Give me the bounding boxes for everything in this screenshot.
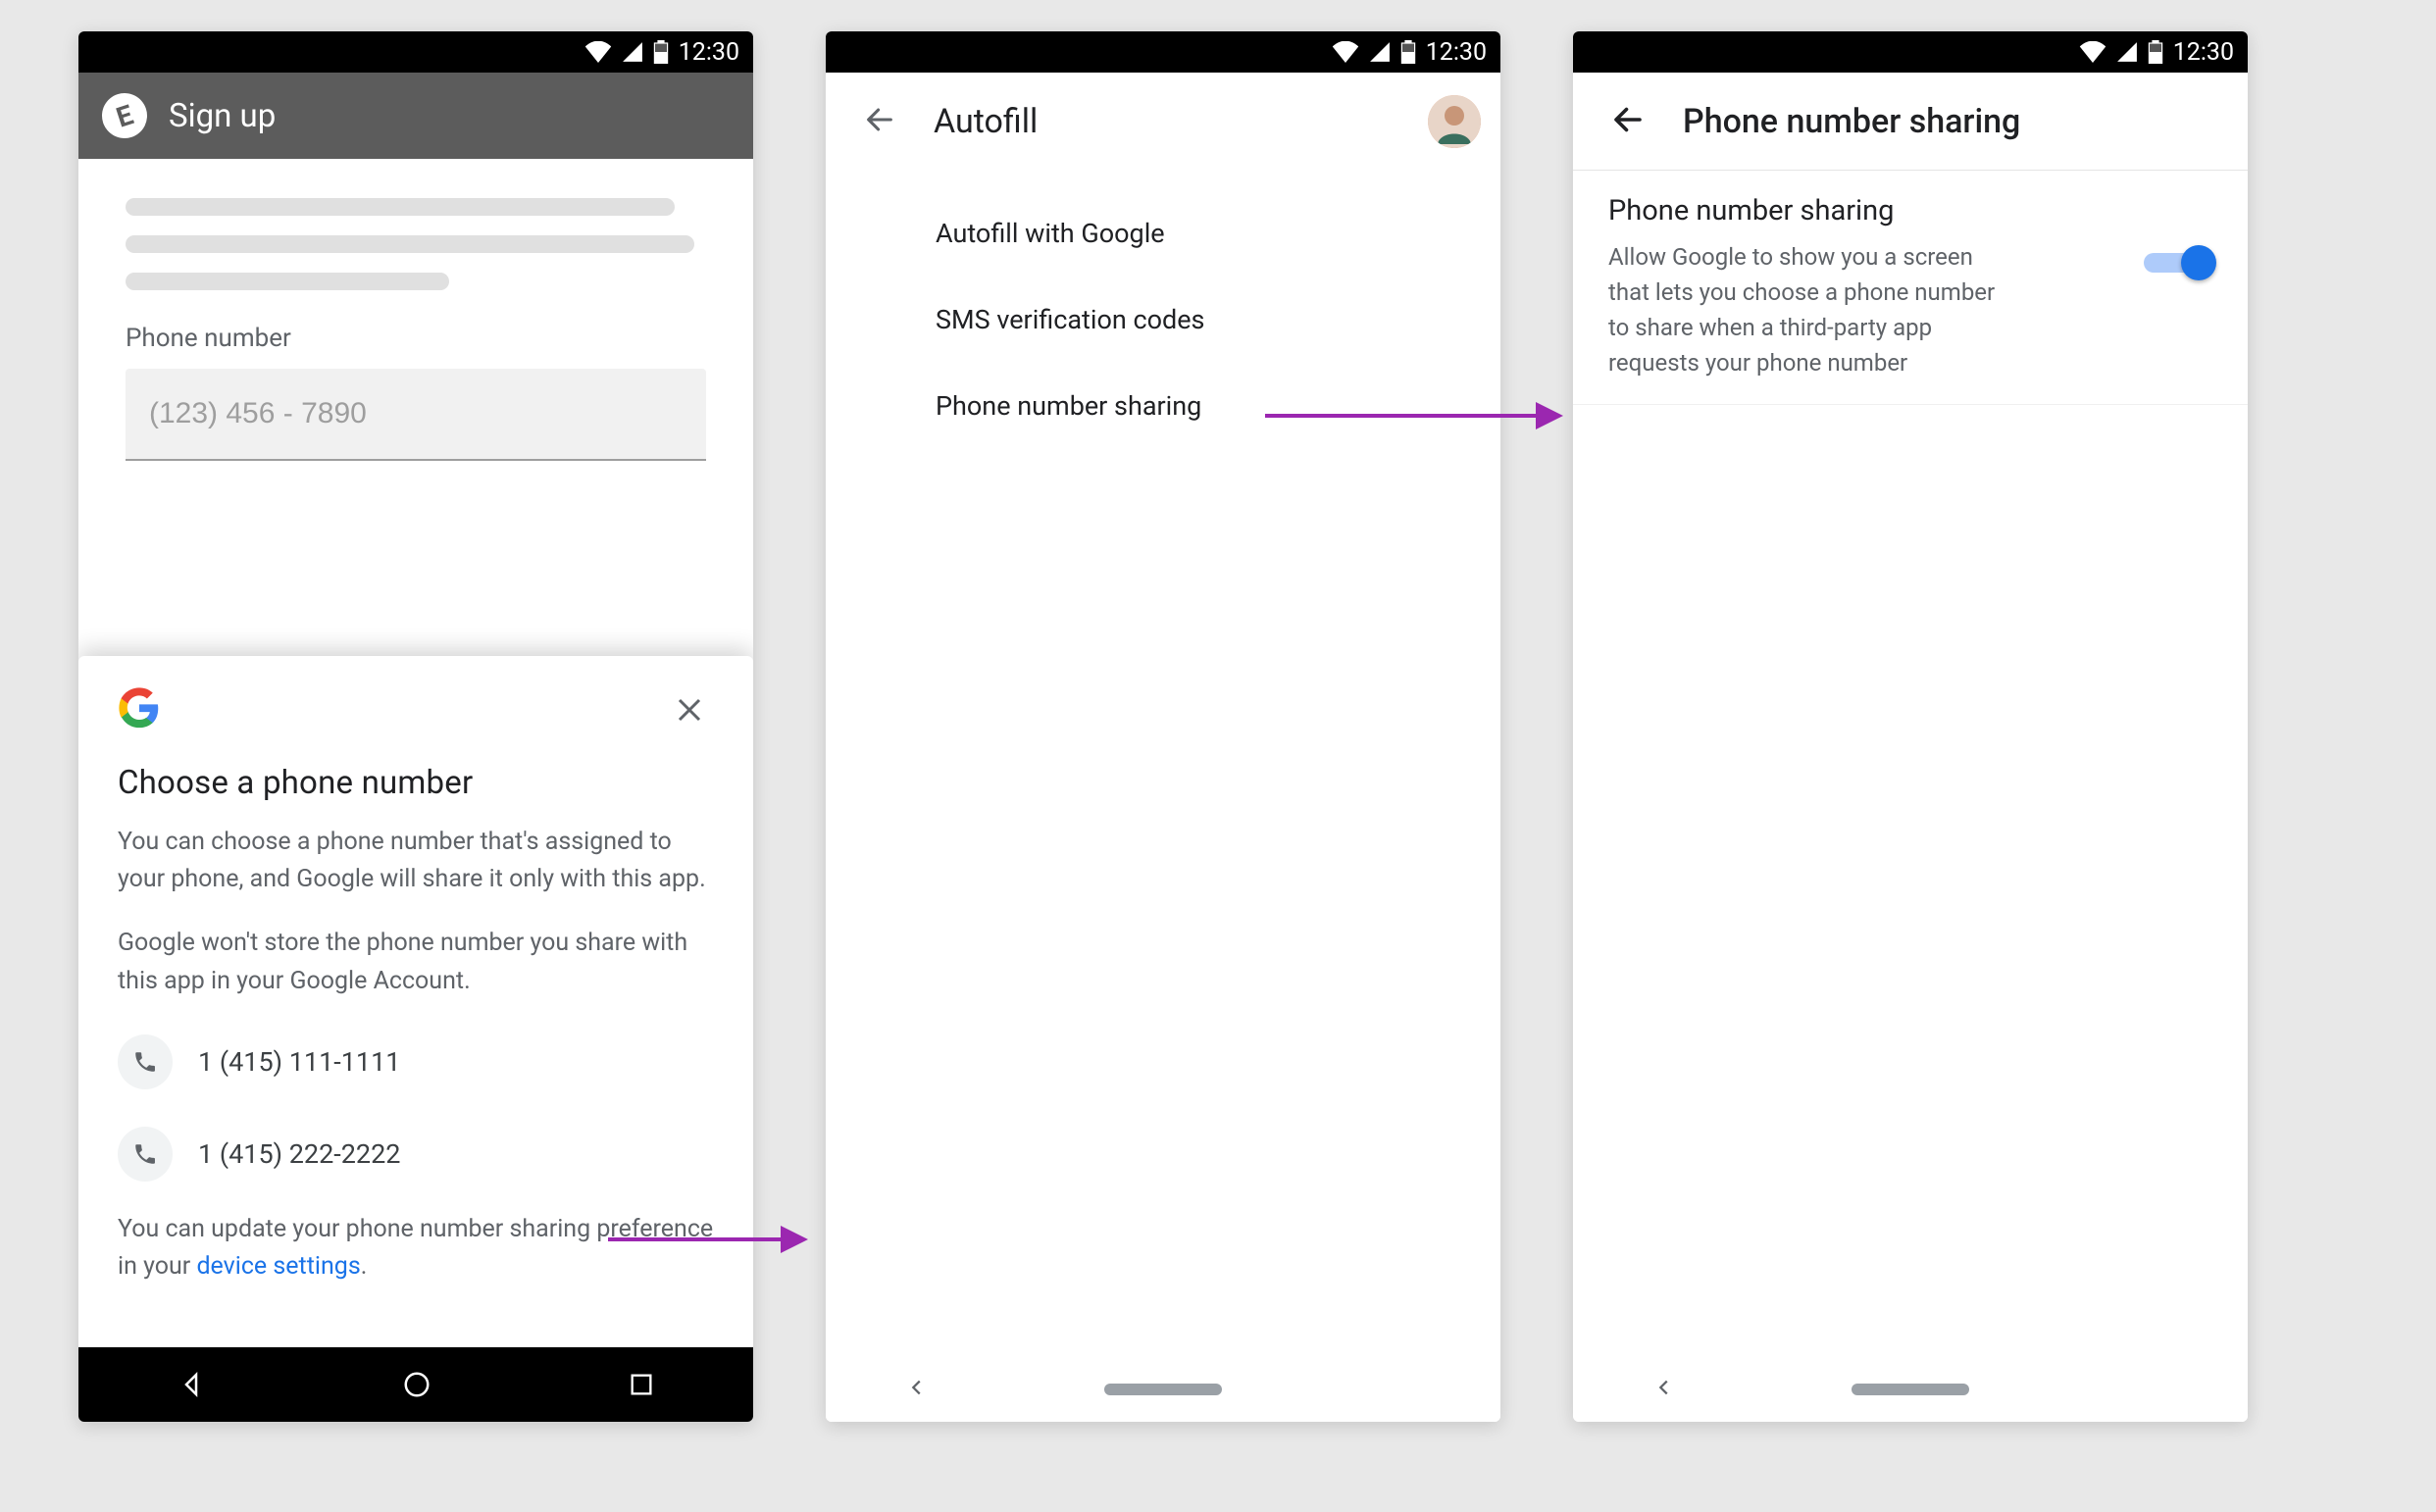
settings-list: Autofill with Google SMS verification co… <box>826 171 1500 469</box>
screen-autofill-settings: 12:30 Autofill Autofill with Google SMS … <box>826 31 1500 1422</box>
flow-arrow-icon <box>608 1237 804 1245</box>
setting-title: Phone number sharing <box>1608 194 2120 227</box>
app-bar-title: Sign up <box>169 97 276 135</box>
phone-number-option[interactable]: 1 (415) 222-2222 <box>118 1119 714 1189</box>
cellular-icon <box>622 41 643 63</box>
app-bar: E Sign up <box>78 73 753 159</box>
status-time: 12:30 <box>2173 38 2234 67</box>
wifi-icon <box>584 41 612 63</box>
account-avatar[interactable] <box>1428 95 1481 148</box>
phone-sharing-toggle-row[interactable]: Phone number sharing Allow Google to sho… <box>1573 171 2248 405</box>
back-icon[interactable] <box>177 1370 206 1399</box>
home-pill-icon[interactable] <box>1104 1384 1222 1395</box>
sheet-footer-post: . <box>361 1252 368 1281</box>
back-icon[interactable] <box>906 1377 928 1402</box>
device-settings-link[interactable]: device settings <box>196 1252 360 1281</box>
wifi-icon <box>2079 41 2106 63</box>
sheet-para-2: Google won't store the phone number you … <box>118 925 714 1001</box>
status-bar: 12:30 <box>78 31 753 73</box>
back-button[interactable] <box>853 93 906 150</box>
skeleton-line <box>126 235 694 253</box>
screen-signup: 12:30 E Sign up Phone number Choos <box>78 31 753 1422</box>
home-icon[interactable] <box>402 1370 431 1399</box>
signup-form: Phone number <box>78 159 753 488</box>
app-bar: Phone number sharing <box>1573 73 2248 171</box>
app-bar-title: Autofill <box>934 102 1400 141</box>
back-icon[interactable] <box>1653 1377 1675 1402</box>
battery-icon <box>2148 40 2163 64</box>
phone-icon <box>118 1127 173 1182</box>
home-pill-icon[interactable] <box>1852 1384 1969 1395</box>
app-logo-icon: E <box>96 87 153 144</box>
settings-item-autofill-google[interactable]: Autofill with Google <box>826 190 1500 277</box>
screen-phone-sharing-setting: 12:30 Phone number sharing Phone number … <box>1573 31 2248 1422</box>
phone-field-label: Phone number <box>126 324 706 353</box>
system-nav-bar <box>826 1357 1500 1422</box>
status-time: 12:30 <box>1426 38 1487 67</box>
wifi-icon <box>1332 41 1359 63</box>
recents-icon[interactable] <box>628 1371 655 1398</box>
status-bar: 12:30 <box>826 31 1500 73</box>
skeleton-line <box>126 198 675 216</box>
cellular-icon <box>2116 41 2138 63</box>
sheet-footer: You can update your phone number sharing… <box>118 1211 714 1287</box>
status-time: 12:30 <box>679 38 739 67</box>
phone-input[interactable] <box>126 369 706 461</box>
app-bar-title: Phone number sharing <box>1683 102 2228 141</box>
settings-item-sms-codes[interactable]: SMS verification codes <box>826 277 1500 363</box>
sheet-heading: Choose a phone number <box>118 764 714 802</box>
cellular-icon <box>1369 41 1391 63</box>
setting-description: Allow Google to show you a screen that l… <box>1608 239 2001 380</box>
back-button[interactable] <box>1600 92 1655 151</box>
close-button[interactable] <box>665 685 714 734</box>
system-nav-bar <box>1573 1357 2248 1422</box>
google-logo-icon <box>118 686 161 733</box>
toggle-switch[interactable] <box>2144 245 2212 280</box>
battery-icon <box>653 40 669 64</box>
settings-item-phone-sharing[interactable]: Phone number sharing <box>826 363 1500 449</box>
battery-icon <box>1400 40 1416 64</box>
app-bar: Autofill <box>826 73 1500 171</box>
flow-arrow-icon <box>1265 414 1559 422</box>
phone-number-option[interactable]: 1 (415) 111-1111 <box>118 1027 714 1097</box>
system-nav-bar <box>78 1347 753 1422</box>
phone-number-label: 1 (415) 111-1111 <box>198 1046 400 1078</box>
phone-icon <box>118 1034 173 1089</box>
skeleton-line <box>126 273 449 290</box>
sheet-para-1: You can choose a phone number that's ass… <box>118 824 714 900</box>
status-bar: 12:30 <box>1573 31 2248 73</box>
phone-number-label: 1 (415) 222-2222 <box>198 1138 400 1170</box>
